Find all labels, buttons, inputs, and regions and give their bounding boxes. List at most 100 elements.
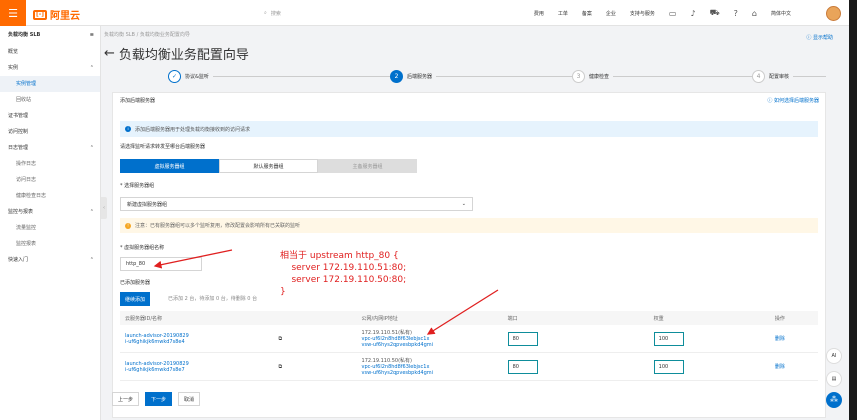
wizard-footer: 上一步 下一步 取消 xyxy=(112,392,201,406)
next-button[interactable]: 下一步 xyxy=(145,392,173,406)
group-select[interactable]: 新建虚拟服务器组 ⌄ xyxy=(120,197,473,211)
weight-input[interactable]: 100 xyxy=(653,331,684,346)
delete-link[interactable]: 删除 xyxy=(775,336,818,342)
sidebar-item[interactable]: 概览 xyxy=(0,44,100,60)
group-name-field[interactable]: http_80 xyxy=(120,257,202,271)
upstream-annotation: 相当于 upstream http_80 { server 172.19.110… xyxy=(280,251,407,297)
cancel-button[interactable]: 取消 xyxy=(178,392,201,406)
page-title: ← 负载均衡业务配置向导 xyxy=(104,46,249,63)
sidebar-item[interactable]: 监控报表 xyxy=(0,236,100,252)
search-bar[interactable]: ⌕ 搜索 xyxy=(264,6,564,20)
tab-master-slave-group[interactable]: 主备服务器组 xyxy=(318,159,417,173)
delete-link[interactable]: 删除 xyxy=(775,364,818,370)
avatar[interactable] xyxy=(826,6,841,21)
step-listener: ✓ 协议&监听 xyxy=(168,70,213,83)
weight-input[interactable]: 100 xyxy=(653,359,684,374)
server-id[interactable]: i-uf6ghikjk6mwkd7s8e4 xyxy=(125,339,279,345)
chevron-up-icon: ⌃ xyxy=(89,257,94,263)
back-arrow-icon[interactable]: ← xyxy=(104,46,115,61)
sidebar-item[interactable]: 快速入门 ⌃ xyxy=(0,252,100,268)
bell-icon[interactable]: ♪ xyxy=(690,9,695,18)
screen-icon[interactable]: ▭ xyxy=(669,9,677,18)
step-review: 4 配置审核 xyxy=(752,70,794,83)
warning-icon: ! xyxy=(125,222,131,229)
name-label: * 虚拟服务器组名称 xyxy=(120,245,165,251)
copy-icon[interactable]: ⧉ xyxy=(279,336,283,342)
added-label: 已添加服务器 xyxy=(120,280,151,286)
sidebar-item[interactable]: 健康检查日志 xyxy=(0,188,100,204)
sidebar-item[interactable]: 实例管理 xyxy=(0,76,100,92)
ai-assistant-button[interactable]: AI xyxy=(826,348,842,364)
tab-default-group[interactable]: 默认服务器组 xyxy=(219,159,318,173)
step-number: 4 xyxy=(752,70,765,83)
port-input[interactable]: 80 xyxy=(507,359,538,374)
warning-banner: ! 注意：已有服务器组可以多个监听复用，修改配置会影响所有已关联的监听 xyxy=(120,218,818,233)
top-bar: ☰ [-] 阿里云 ⌕ 搜索 费用 工单 备案 企业 支持与服务 ▭ ♪ ⛟ ?… xyxy=(0,0,849,26)
logo-icon: [-] xyxy=(33,9,47,20)
info-icon: i xyxy=(125,126,131,132)
server-group-tabs: 虚拟服务器组 默认服务器组 主备服务器组 xyxy=(120,159,417,173)
console-window: ☰ [-] 阿里云 ⌕ 搜索 费用 工单 备案 企业 支持与服务 ▭ ♪ ⛟ ?… xyxy=(0,0,849,420)
chevron-up-icon: ⌃ xyxy=(89,145,94,151)
backend-panel: 添加后端服务器 ⓘ 如何选择后端服务器 i 添加后端服务器用于处理负载均衡接收到… xyxy=(112,92,826,418)
help-icon[interactable]: ? xyxy=(734,9,738,18)
table-row: launch-advisor-20190829 i-uf6ghikjk6mwkd7… xyxy=(120,325,818,353)
chevron-up-icon: ⌃ xyxy=(89,65,94,71)
search-icon: ⌕ xyxy=(264,10,267,16)
copy-icon[interactable]: ⧉ xyxy=(279,364,283,370)
table-header: 云服务器ID/名称 公网/内网IP地址 端口 权重 操作 xyxy=(120,311,818,325)
help-link[interactable]: ⓘ 显示帮助 xyxy=(806,34,833,41)
nav-ticket[interactable]: 工单 xyxy=(558,10,568,17)
sidebar: 负载均衡 SLB ≡ 概览 实例 ⌃ 实例管理 回收站 证书管理 访问控制 日志管理 ⌃ 操作日志访… xyxy=(0,26,101,420)
main-content: 负载均衡 SLB / 负载均衡业务配置向导 ← 负载均衡业务配置向导 ⓘ 显示帮… xyxy=(104,26,849,420)
table-row: launch-advisor-20190829 i-uf6ghikjk6mwkd7… xyxy=(120,353,818,381)
panel-title: 添加后端服务器 xyxy=(120,98,156,104)
group-label: * 选择服务器组 xyxy=(120,183,155,189)
sidebar-item[interactable]: 操作日志 xyxy=(0,156,100,172)
prev-button[interactable]: 上一步 xyxy=(112,392,140,406)
check-icon: ✓ xyxy=(168,70,181,83)
home-icon[interactable]: ⌂ xyxy=(752,9,757,18)
port-input[interactable]: 80 xyxy=(507,331,538,346)
sidebar-item[interactable]: 实例 ⌃ xyxy=(0,60,100,76)
chevron-up-icon: ⌃ xyxy=(89,209,94,215)
sidebar-item[interactable]: 访问控制 xyxy=(0,124,100,140)
step-health: 3 健康检查 xyxy=(572,70,614,83)
sidebar-title: 负载均衡 SLB ≡ xyxy=(0,26,100,44)
menu-icon[interactable]: ≡ xyxy=(90,26,94,44)
breadcrumb[interactable]: 负载均衡 SLB / 负载均衡业务配置向导 xyxy=(104,31,190,38)
vswitch-id[interactable]: vsw-uf6hys2qpvesbpkd4gmi xyxy=(362,342,508,348)
sidebar-item[interactable]: 流量监控 xyxy=(0,220,100,236)
sidebar-item[interactable]: 访问日志 xyxy=(0,172,100,188)
add-hint: 已添加 2 台，待添加 0 台，待删除 0 台 xyxy=(168,296,258,302)
step-number: 2 xyxy=(390,70,403,83)
sidebar-item[interactable]: 回收站 xyxy=(0,92,100,108)
info-banner: i 添加后端服务器用于处理负载均衡接收到的访问请求 xyxy=(120,121,818,137)
nav-record[interactable]: 备案 xyxy=(582,10,592,17)
nav-fee[interactable]: 费用 xyxy=(534,10,544,17)
step-number: 3 xyxy=(572,70,585,83)
server-id[interactable]: i-uf6ghikjk6mwkd7s8e7 xyxy=(125,367,279,373)
apps-icon[interactable]: ⁂ xyxy=(826,392,842,408)
sidebar-item[interactable]: 日志管理 ⌃ xyxy=(0,140,100,156)
server-table: 云服务器ID/名称 公网/内网IP地址 端口 权重 操作 launch-advi… xyxy=(120,311,818,381)
sidebar-item[interactable]: 证书管理 xyxy=(0,108,100,124)
doc-link[interactable]: ⓘ 如何选择后端服务器 xyxy=(767,97,819,104)
sidebar-item[interactable]: 监控与报表 ⌃ xyxy=(0,204,100,220)
feedback-icon[interactable]: ▤ xyxy=(826,371,842,387)
add-more-button[interactable]: 继续添加 xyxy=(120,292,151,306)
nav-support[interactable]: 支持与服务 xyxy=(630,10,655,17)
cart-icon[interactable]: ⛟ xyxy=(710,8,720,18)
step-backend: 2 后端服务器 xyxy=(390,70,437,83)
top-nav: 费用 工单 备案 企业 支持与服务 ▭ ♪ ⛟ ? ⌂ 简体中文 xyxy=(534,0,791,26)
search-placeholder: 搜索 xyxy=(270,10,281,17)
logo-text: 阿里云 xyxy=(50,11,80,22)
brand-logo[interactable]: [-] 阿里云 xyxy=(33,7,80,22)
tab-virtual-group[interactable]: 虚拟服务器组 xyxy=(120,159,219,173)
choose-label: 请选择监听请求转发至哪台后端服务器 xyxy=(120,144,206,150)
wizard-steps: ✓ 协议&监听 2 后端服务器 3 健康检查 4 配置审核 xyxy=(168,70,849,88)
menu-icon[interactable]: ☰ xyxy=(0,0,26,26)
nav-enterprise[interactable]: 企业 xyxy=(606,10,616,17)
language-switch[interactable]: 简体中文 xyxy=(771,10,791,17)
vswitch-id[interactable]: vsw-uf6hys2qpvesbpkd4gmi xyxy=(362,370,508,376)
